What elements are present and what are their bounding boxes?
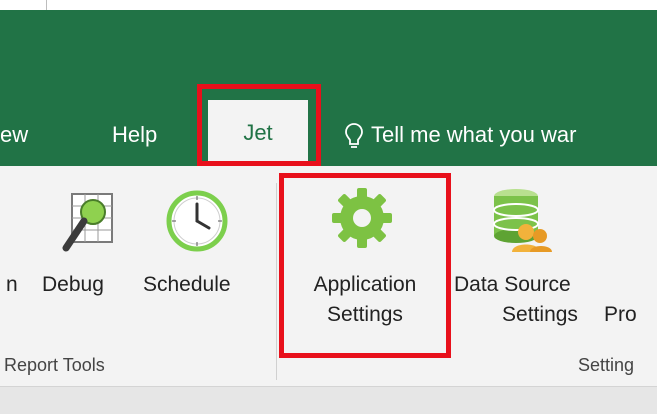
lightbulb-icon (345, 123, 363, 149)
partial-right-label: Pro (604, 303, 637, 326)
application-settings-label-line2: Settings (327, 303, 403, 326)
worksheet-area (0, 386, 657, 414)
tab-help[interactable]: Help (112, 114, 157, 156)
application-settings-gear-icon (330, 186, 394, 255)
application-settings-label-line1: Application (313, 273, 417, 296)
tab-view[interactable]: ew (0, 114, 28, 156)
group-separator (276, 183, 277, 380)
tab-jet[interactable]: Jet (208, 100, 308, 166)
group-label-report-tools: Report Tools (4, 355, 105, 375)
group-label-settings: Setting (578, 355, 635, 375)
tell-me-search[interactable]: Tell me what you war (345, 114, 576, 156)
debug-icon (60, 190, 120, 263)
application-settings-button[interactable]: Application Settings (290, 270, 440, 330)
divider (46, 0, 47, 10)
partial-button-left[interactable]: n (6, 270, 18, 300)
data-source-label-line1: Data Source (454, 273, 571, 296)
schedule-label: Schedule (143, 273, 231, 296)
schedule-clock-icon (164, 188, 230, 259)
window-top-strip (0, 0, 657, 10)
partial-button-right[interactable]: Pro (604, 300, 637, 330)
data-source-database-icon (488, 186, 554, 261)
debug-button[interactable]: Debug (42, 270, 104, 300)
data-source-label-line2: Settings (502, 303, 578, 326)
data-source-settings-button[interactable]: Data Source Settings (450, 270, 600, 330)
partial-label: n (6, 273, 18, 296)
tell-me-text: Tell me what you war (371, 122, 577, 147)
debug-label: Debug (42, 273, 104, 296)
schedule-button[interactable]: Schedule (143, 270, 231, 300)
